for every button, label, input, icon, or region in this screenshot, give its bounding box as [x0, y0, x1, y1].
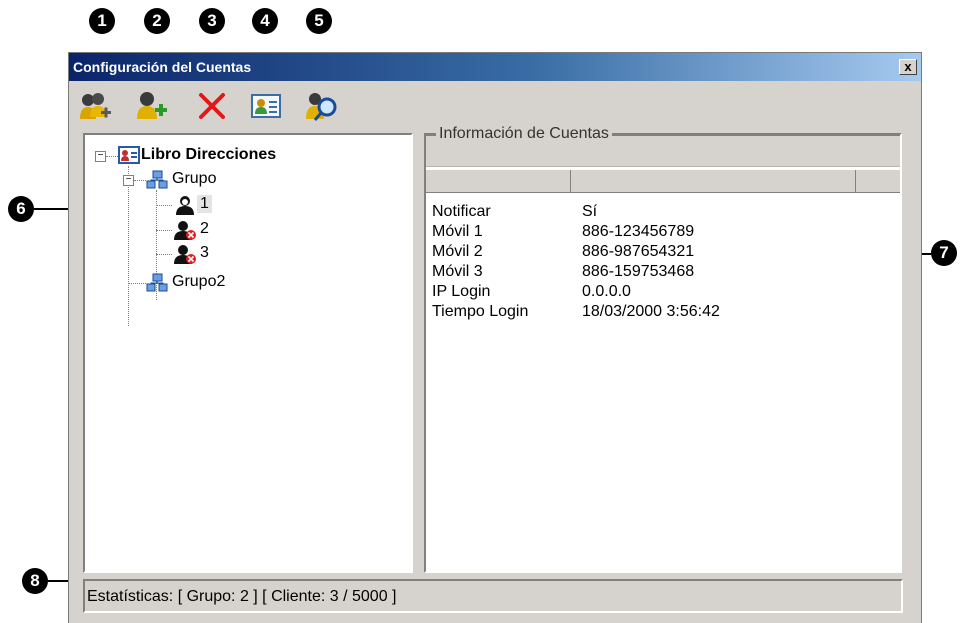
column-header-value[interactable] [571, 170, 856, 192]
info-key: Móvil 3 [432, 263, 483, 280]
address-card-icon [251, 94, 281, 118]
callout-6: 6 [8, 196, 34, 222]
callout-2: 2 [144, 8, 170, 34]
delete-button[interactable] [195, 89, 229, 123]
tree-user-2[interactable]: 2 [200, 220, 209, 238]
info-value: 0.0.0.0 [582, 283, 631, 300]
info-group-header: Información de Cuentas [426, 125, 900, 167]
add-user-icon [137, 92, 167, 119]
group-icon [145, 272, 169, 294]
info-value: 886-123456789 [582, 223, 695, 240]
info-key: Móvil 2 [432, 243, 483, 260]
add-group-button[interactable] [79, 89, 113, 123]
group-collapse-toggle[interactable]: − [123, 175, 134, 186]
callout-4: 4 [252, 8, 278, 34]
tree-group-label[interactable]: Grupo [172, 170, 216, 188]
info-key: Notificar [432, 203, 491, 220]
root-collapse-toggle[interactable]: − [95, 151, 106, 162]
title-bar[interactable]: Configuración del Cuentas x [69, 53, 921, 81]
address-book-tree[interactable]: − Libro Direcciones − Grupo 1 2 3 Grupo2 [83, 133, 413, 573]
info-row: IP Login 0.0.0.0 [432, 283, 631, 301]
info-value: 886-987654321 [582, 243, 695, 260]
info-row: Tiempo Login 18/03/2000 3:56:42 [432, 303, 720, 321]
account-info-panel: Información de Cuentas Notificar Sí Móvil… [424, 125, 902, 573]
search-user-button[interactable] [305, 89, 339, 123]
window-title: Configuración del Cuentas [73, 59, 252, 75]
info-key: Móvil 1 [432, 223, 483, 240]
statistics-text: Estatísticas: [ Grupo: 2 ] [ Cliente: 3 … [87, 588, 397, 605]
info-column-headers [426, 169, 900, 193]
tree-user-3[interactable]: 3 [200, 244, 209, 262]
delete-icon [199, 93, 225, 119]
user-online-icon [173, 194, 197, 216]
info-value: 18/03/2000 3:56:42 [582, 303, 720, 320]
user-offline-icon [173, 219, 197, 241]
address-card-button[interactable] [249, 89, 283, 123]
tree-root-label[interactable]: Libro Direcciones [141, 146, 276, 164]
user-offline-icon [173, 243, 197, 265]
tree-line [128, 166, 129, 326]
info-value: 886-159753468 [582, 263, 695, 280]
status-bar: Estatísticas: [ Grupo: 2 ] [ Cliente: 3 … [83, 579, 903, 613]
info-value: Sí [582, 203, 598, 220]
address-book-icon [117, 144, 141, 166]
group-icon [145, 169, 169, 191]
column-header-key[interactable] [426, 170, 571, 192]
tree-line [156, 254, 172, 255]
info-group-title: Información de Cuentas [436, 125, 612, 143]
callout-7: 7 [931, 240, 957, 266]
accounts-window: Configuración del Cuentas x − Libro Dire… [68, 52, 922, 623]
info-key: IP Login [432, 283, 491, 300]
column-header-extra[interactable] [856, 170, 900, 192]
callout-5: 5 [306, 8, 332, 34]
tree-line [156, 205, 172, 206]
info-row: Móvil 1 886-123456789 [432, 223, 694, 241]
search-user-icon [306, 93, 337, 121]
callout-3: 3 [199, 8, 225, 34]
info-row: Móvil 2 886-987654321 [432, 243, 694, 261]
add-user-button[interactable] [135, 89, 169, 123]
callout-8: 8 [22, 568, 48, 594]
callout-1: 1 [89, 8, 115, 34]
tree-user-1[interactable]: 1 [197, 195, 212, 213]
tree-line [128, 283, 146, 284]
info-key: Tiempo Login [432, 303, 529, 320]
tree-group2-label[interactable]: Grupo2 [172, 273, 225, 291]
add-group-icon [80, 93, 111, 119]
close-button[interactable]: x [899, 59, 917, 75]
info-row: Móvil 3 886-159753468 [432, 263, 694, 281]
tree-line [156, 230, 172, 231]
info-row: Notificar Sí [432, 203, 597, 221]
